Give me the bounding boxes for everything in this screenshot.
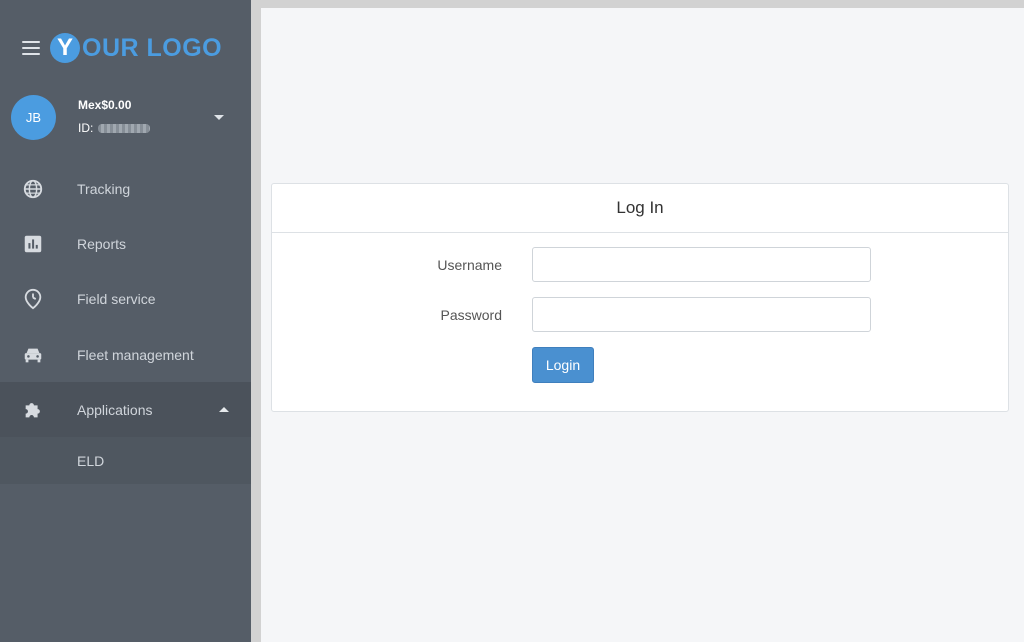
sidebar-item-applications[interactable]: Applications (0, 382, 251, 437)
login-title: Log In (272, 184, 1008, 233)
sidebar-subitem-eld[interactable]: ELD (0, 437, 251, 484)
account-id-label: ID: (78, 121, 94, 135)
top-border (261, 0, 1024, 8)
sidebar-border (251, 0, 261, 642)
account-id-redacted (98, 123, 151, 133)
username-input[interactable] (532, 247, 871, 282)
puzzle-icon (25, 402, 40, 417)
sidebar: Y OUR LOGO JB Mex$0.00 ID: Tracking Repo… (0, 0, 251, 642)
user-account[interactable]: JB Mex$0.00 ID: (0, 95, 251, 141)
car-icon (24, 348, 42, 362)
sidebar-subitem-label: ELD (77, 452, 105, 469)
sidebar-item-tracking[interactable]: Tracking (0, 161, 251, 216)
login-button[interactable]: Login (532, 347, 594, 383)
clock-pin-icon (24, 288, 42, 309)
password-label: Password (440, 307, 502, 323)
sidebar-item-fleet-management[interactable]: Fleet management (0, 327, 251, 382)
account-balance: Mex$0.00 (78, 98, 132, 112)
chevron-up-icon[interactable] (219, 407, 229, 412)
sidebar-item-reports[interactable]: Reports (0, 216, 251, 271)
account-id: ID: (78, 121, 151, 135)
sidebar-item-label: Tracking (77, 180, 131, 197)
logo-mark: Y (50, 33, 80, 63)
sidebar-item-label: Fleet management (77, 346, 194, 363)
avatar: JB (11, 95, 56, 140)
chevron-down-icon[interactable] (214, 115, 224, 120)
password-input[interactable] (532, 297, 871, 332)
sidebar-item-label: Applications (77, 401, 153, 418)
login-card: Log In Username Password Login (271, 183, 1009, 412)
sidebar-item-label: Reports (77, 235, 127, 252)
logo-text: OUR LOGO (82, 33, 223, 62)
bar-chart-icon (24, 235, 42, 252)
globe-icon (23, 179, 43, 198)
hamburger-menu-icon[interactable] (22, 41, 40, 55)
sidebar-item-field-service[interactable]: Field service (0, 271, 251, 326)
username-label: Username (437, 257, 502, 273)
sidebar-item-label: Field service (77, 290, 156, 307)
logo-row: Y OUR LOGO (0, 28, 251, 68)
